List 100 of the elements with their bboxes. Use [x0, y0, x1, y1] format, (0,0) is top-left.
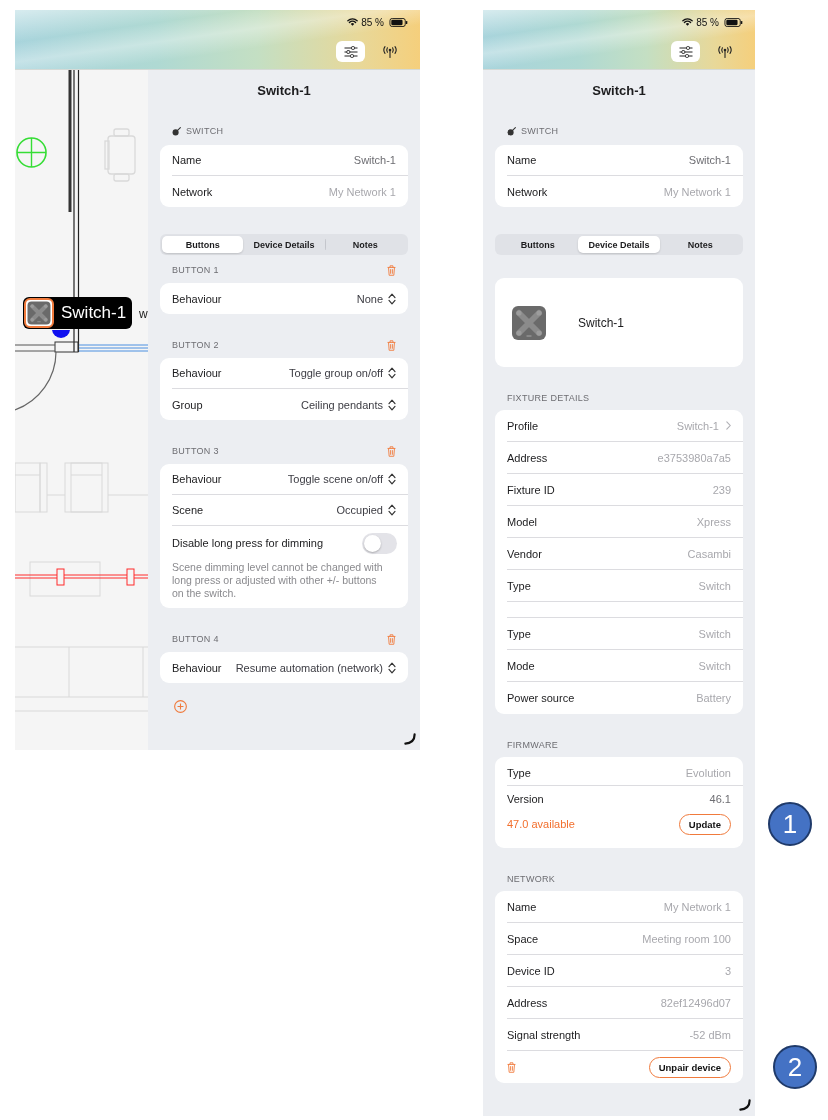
row-label: Profile [507, 419, 539, 432]
picker-button[interactable]: Resume automation (network) [235, 661, 396, 674]
row-label: Network [172, 185, 213, 198]
row-value: Evolution [685, 766, 731, 779]
row-value: Meeting room 100 [642, 932, 731, 945]
row-value: -52 dBm [689, 1028, 731, 1041]
device-tag-label: Switch-1 [61, 303, 127, 323]
row-label: Vendor [507, 547, 542, 560]
add-button[interactable] [174, 700, 187, 713]
delete-button[interactable] [387, 264, 396, 276]
antenna-button[interactable] [717, 44, 733, 59]
plus-circle-icon [174, 700, 187, 713]
panel-title: Switch-1 [256, 83, 312, 99]
section-label: FIXTURE DETAILS [507, 393, 590, 403]
row-value: 82ef12496d07 [660, 996, 731, 1009]
row-value: Battery [696, 692, 731, 704]
help-text: Scene dimming level cannot be changed with long press or adjusted with other +/- buttons on the switch. [172, 560, 384, 601]
filter-settings-button[interactable] [671, 41, 700, 62]
delete-button[interactable] [387, 445, 396, 457]
row-value: Switch-1 [688, 154, 731, 166]
plan-label: w [139, 307, 148, 321]
delete-button[interactable] [507, 1061, 516, 1073]
resize-handle-icon[interactable] [739, 1099, 751, 1111]
antenna-button[interactable] [382, 44, 398, 59]
section-label: FIRMWARE [507, 740, 559, 750]
battery-icon [389, 17, 408, 27]
panel-title: Switch-1 [591, 83, 647, 99]
up-down-chevron-icon [388, 367, 396, 379]
toggle-label: Disable long press for dimming [172, 537, 323, 549]
section-label: BUTTON 1 [172, 265, 219, 275]
delete-button[interactable] [387, 633, 396, 645]
tab[interactable]: Device Details [578, 236, 660, 253]
delete-button[interactable] [387, 339, 396, 351]
row-value: My Network 1 [663, 185, 731, 198]
resize-handle-icon[interactable] [404, 733, 416, 745]
row-label: Signal strength [507, 1028, 581, 1041]
up-down-chevron-icon [388, 504, 396, 516]
row-label: Type [507, 627, 531, 640]
crosshair-icon [16, 137, 47, 168]
tab[interactable]: Notes [659, 236, 741, 253]
row-value: 3 [724, 964, 731, 977]
row-label: Power source [507, 692, 575, 704]
tab[interactable]: Buttons [162, 236, 244, 253]
trash-icon [387, 339, 396, 351]
lever-icon [172, 126, 181, 136]
tab[interactable]: Buttons [497, 236, 579, 253]
row-value: 46.1 [709, 793, 731, 805]
row-label: Version [507, 793, 544, 805]
row-label: Name [507, 900, 537, 913]
step-number-marker: 2 [773, 1045, 817, 1089]
device-tag[interactable]: Switch-1 [23, 297, 133, 329]
antenna-icon [717, 45, 733, 58]
row-value: Casambi [687, 547, 731, 560]
row-label: Address [507, 451, 548, 464]
section-label: BUTTON 2 [172, 340, 219, 350]
wifi-icon [682, 18, 694, 26]
chevron-right-icon [726, 421, 731, 430]
section-label: NETWORK [507, 874, 556, 884]
update-available-text: 47.0 available [507, 818, 575, 830]
battery-icon [724, 17, 743, 27]
section-label: SWITCH [186, 126, 224, 136]
trash-icon [387, 445, 396, 457]
trash-icon [507, 1061, 516, 1073]
row-label: Behaviour [172, 473, 222, 485]
picker-button[interactable]: Ceiling pendants [301, 398, 396, 411]
up-down-chevron-icon [388, 473, 396, 485]
row-value: Switch [698, 627, 731, 640]
battery-percentage: 85 % [696, 16, 719, 28]
unpair-button[interactable]: Unpair device [648, 1056, 731, 1078]
up-down-chevron-icon [388, 398, 396, 411]
row-label: Behaviour [172, 661, 222, 674]
picker-button[interactable]: Toggle scene on/off [287, 473, 396, 485]
row-label: Address [507, 996, 548, 1009]
row-label: Name [507, 154, 537, 166]
filter-settings-button[interactable] [336, 41, 365, 62]
up-down-chevron-icon [388, 292, 396, 305]
row-value: Switch [698, 659, 731, 672]
row-label: Model [507, 515, 537, 528]
row-label: Type [507, 766, 531, 779]
step-number-marker: 1 [768, 802, 812, 846]
row-label: Device ID [507, 964, 555, 977]
row-value: My Network 1 [328, 185, 396, 198]
toggle-switch[interactable] [362, 532, 397, 554]
row-value: Switch [698, 579, 731, 592]
device-name: Switch-1 [578, 315, 624, 330]
update-button[interactable]: Update [678, 813, 731, 835]
row-value: Xpress [696, 515, 731, 528]
antenna-icon [382, 45, 398, 58]
sliders-icon [343, 45, 358, 58]
section-label: BUTTON 4 [172, 634, 219, 644]
picker-button[interactable]: Toggle group on/off [289, 367, 396, 379]
up-down-chevron-icon [388, 661, 396, 674]
picker-button[interactable]: None [356, 292, 396, 305]
tab[interactable]: Device Details [243, 236, 325, 253]
row-label: Scene [172, 504, 204, 516]
row-value: Switch-1 [353, 154, 396, 166]
row-label: Network [507, 185, 548, 198]
picker-button[interactable]: Occupied [336, 504, 396, 516]
lever-icon [507, 126, 516, 136]
row-label: Space [507, 932, 539, 945]
